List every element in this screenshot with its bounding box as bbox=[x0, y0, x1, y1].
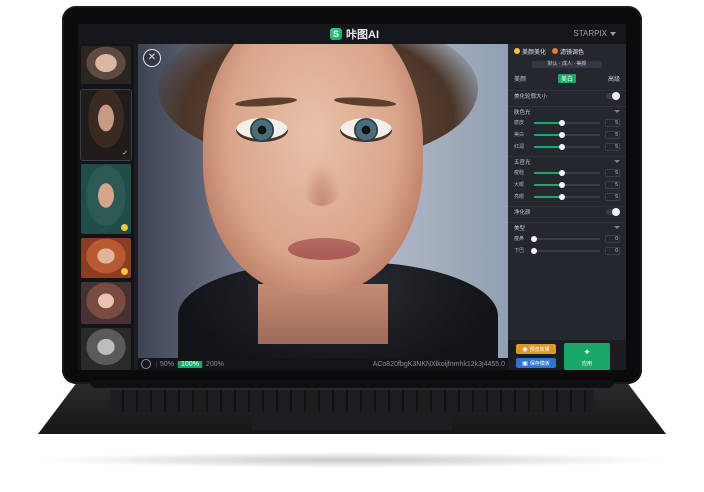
slider-row[interactable]: 瘦脸 5 bbox=[508, 168, 626, 177]
slider[interactable] bbox=[534, 169, 600, 176]
mode-active[interactable]: 美白 bbox=[557, 73, 576, 83]
spark-icon bbox=[552, 48, 559, 54]
laptop-shadow bbox=[30, 452, 670, 468]
body-toggle[interactable] bbox=[606, 207, 620, 216]
account-name: STARPIX bbox=[573, 29, 607, 38]
panel-tabs: 美颜美化 滤镜调色 bbox=[508, 44, 626, 58]
sun-icon bbox=[514, 48, 520, 54]
thumbnail[interactable] bbox=[81, 164, 131, 234]
logo-icon: S bbox=[330, 28, 342, 40]
mode-right[interactable]: 高级 bbox=[608, 74, 620, 83]
keyboard bbox=[110, 390, 594, 412]
app-window: S 咔图AI STARPIX ✓ ✕ 50% 100% 200% ACo820f… bbox=[78, 24, 626, 370]
apply-button[interactable]: ✦ 应用 bbox=[564, 343, 610, 370]
check-icon: ✓ bbox=[122, 150, 128, 157]
slider-row[interactable]: 红润 5 bbox=[508, 142, 626, 151]
slider[interactable] bbox=[534, 193, 600, 200]
chevron-down-icon bbox=[610, 31, 616, 36]
slider-row[interactable]: 下巴 0 bbox=[508, 246, 626, 255]
section-five[interactable]: 五官光 bbox=[508, 156, 626, 166]
thumbnail[interactable] bbox=[81, 238, 131, 278]
thumbnail[interactable] bbox=[81, 46, 131, 84]
slider-row[interactable]: 磨皮 5 bbox=[508, 118, 626, 127]
section-body[interactable]: 净化颜 bbox=[508, 206, 626, 216]
slider[interactable] bbox=[531, 247, 600, 254]
magic-wand-icon: ✦ bbox=[583, 346, 591, 357]
action-bar: ◉ 预览效果 ▣ 保存模板 ✦ 应用 bbox=[508, 340, 626, 370]
chevron-down-icon bbox=[614, 110, 620, 113]
slider[interactable] bbox=[531, 235, 600, 242]
vip-badge-icon bbox=[121, 268, 128, 275]
adjust-panel: 美颜美化 滤镜调色 默认 · 成人 · 美颜 美颜 美白 高级 美化轮廓大小 肤… bbox=[508, 44, 626, 370]
mode-switch: 美颜 美白 高级 bbox=[508, 72, 626, 84]
zoom-200[interactable]: 200% bbox=[201, 360, 227, 368]
photo-nose bbox=[302, 162, 342, 206]
zoom-100[interactable]: 100% bbox=[177, 360, 202, 368]
chevron-down-icon bbox=[614, 226, 620, 229]
photo-eye bbox=[236, 118, 288, 142]
preview-button[interactable]: ◉ 预览效果 bbox=[516, 344, 556, 354]
slider-row[interactable]: 亮眼 5 bbox=[508, 192, 626, 201]
section-extra[interactable]: 美型 bbox=[508, 222, 626, 232]
slider[interactable] bbox=[534, 181, 600, 188]
slider-row[interactable]: 大眼 5 bbox=[508, 180, 626, 189]
app-title: 咔图AI bbox=[346, 29, 379, 41]
mode-left[interactable]: 美颜 bbox=[514, 74, 526, 83]
thumbnail-strip[interactable]: ✓ bbox=[78, 44, 134, 370]
eye-icon: ◉ bbox=[522, 346, 528, 353]
slider[interactable] bbox=[534, 143, 600, 150]
tab-beauty[interactable]: 美颜美化 bbox=[514, 47, 546, 56]
laptop-base bbox=[28, 380, 676, 440]
face-adjust-toggle[interactable] bbox=[606, 91, 620, 100]
thumbnail[interactable] bbox=[81, 328, 131, 370]
status-bar: 50% 100% 200% ACo820fbgK3NKNXlkoijfnmhk1… bbox=[138, 358, 508, 370]
photo-canvas[interactable]: ✕ bbox=[138, 44, 508, 358]
tab-filter[interactable]: 滤镜调色 bbox=[552, 47, 584, 56]
zoom-50[interactable]: 50% bbox=[156, 360, 177, 368]
section-skin[interactable]: 肤色光 bbox=[508, 106, 626, 116]
thumbnail[interactable]: ✓ bbox=[81, 90, 131, 160]
slider[interactable] bbox=[534, 119, 600, 126]
title-bar: S 咔图AI STARPIX bbox=[78, 24, 626, 44]
slider-row[interactable]: 瘦鼻 0 bbox=[508, 234, 626, 243]
zoom-icon bbox=[141, 359, 151, 369]
slider[interactable] bbox=[534, 131, 600, 138]
close-icon[interactable]: ✕ bbox=[143, 49, 161, 67]
file-name: ACo820fbgK3NKNXlkoijfnmhk12k3j4455.0 bbox=[372, 360, 505, 368]
save-icon: ▣ bbox=[522, 360, 528, 367]
photo-eye bbox=[340, 118, 392, 142]
account-menu[interactable]: STARPIX bbox=[573, 29, 616, 38]
section-face-adjust[interactable]: 美化轮廓大小 bbox=[508, 90, 626, 100]
chevron-down-icon bbox=[614, 160, 620, 163]
save-template-button[interactable]: ▣ 保存模板 bbox=[516, 358, 556, 368]
thumbnail[interactable] bbox=[81, 282, 131, 324]
photo-lips bbox=[288, 238, 360, 260]
slider-row[interactable]: 美白 5 bbox=[508, 130, 626, 139]
vip-badge-icon bbox=[121, 224, 128, 231]
trackpad bbox=[252, 414, 452, 430]
preset-select[interactable]: 默认 · 成人 · 美颜 bbox=[532, 61, 602, 68]
app-logo: S 咔图AI bbox=[330, 27, 379, 41]
